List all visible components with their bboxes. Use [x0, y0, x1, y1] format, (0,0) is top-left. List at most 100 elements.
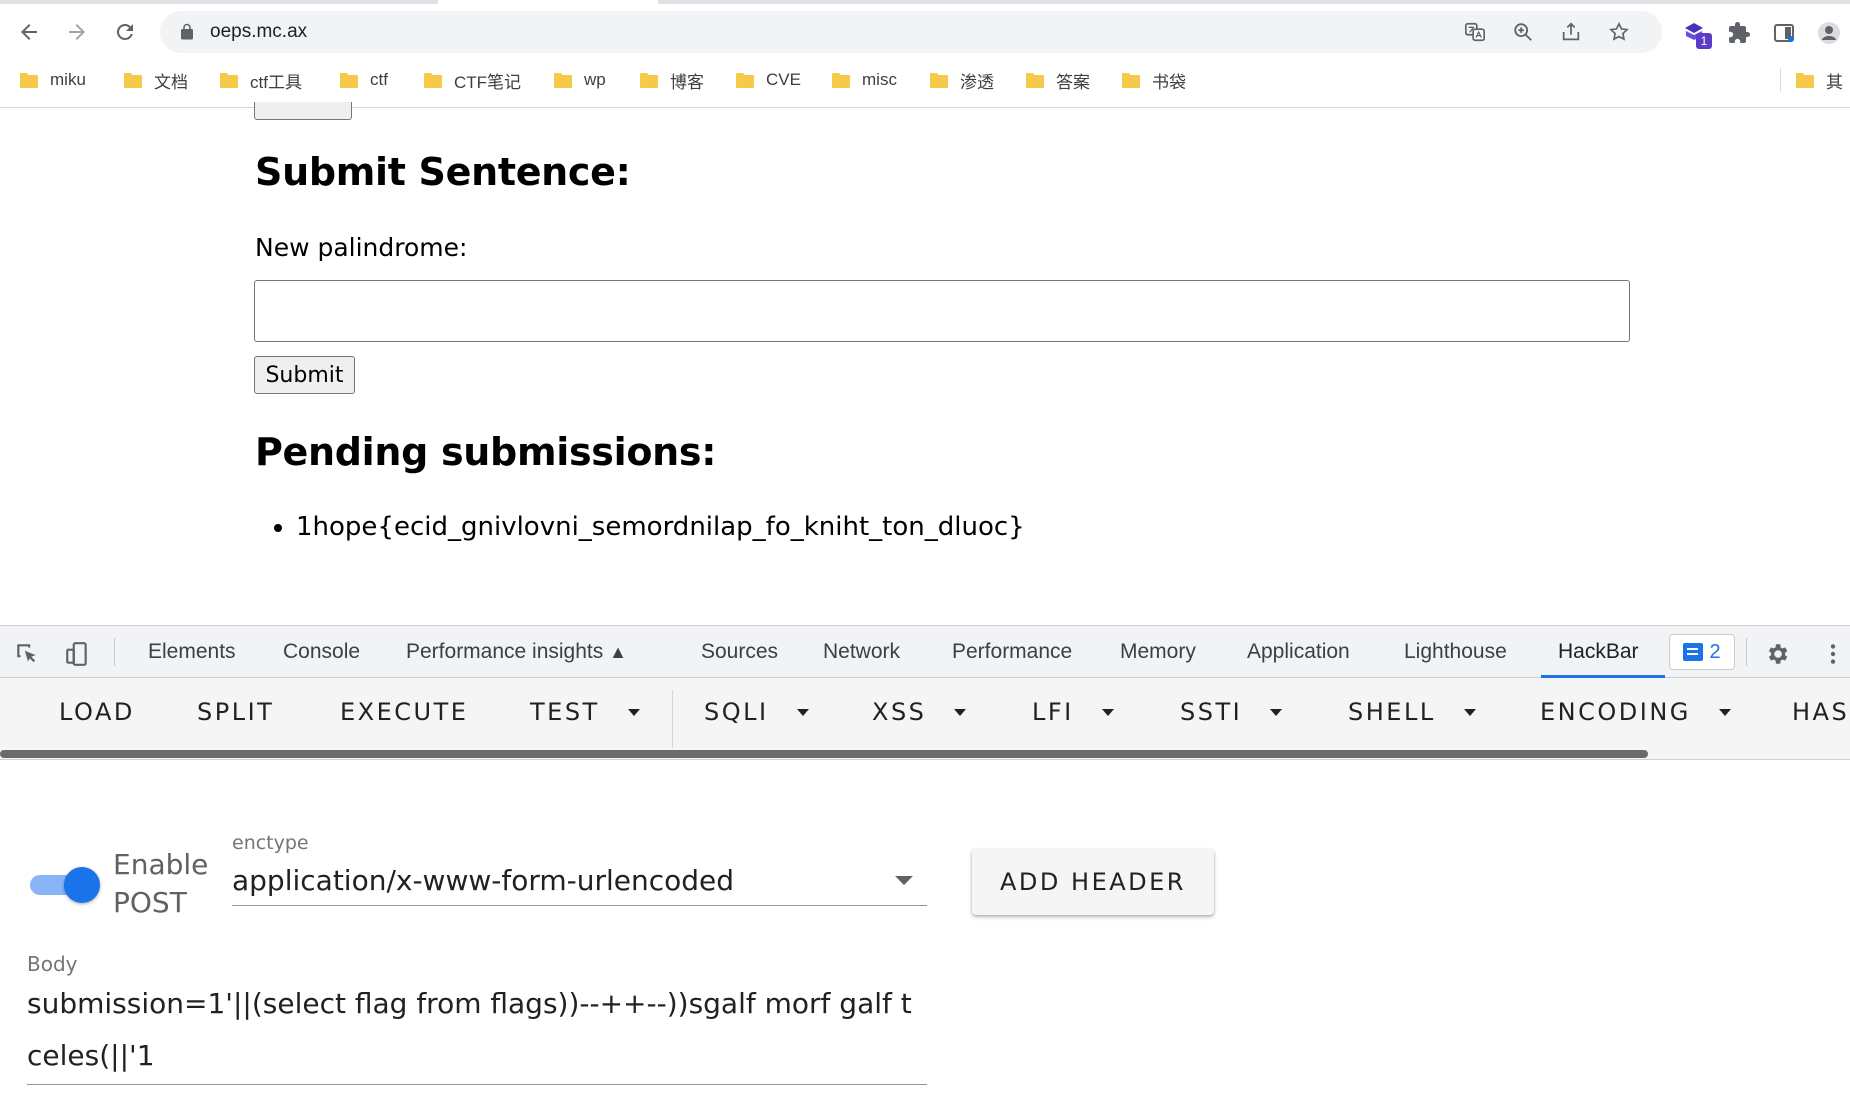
bookmark-label: ctf工具 — [250, 72, 302, 92]
active-tab-edge[interactable] — [438, 0, 658, 4]
sidepanel-icon[interactable] — [1770, 19, 1798, 47]
bookmark-folder[interactable]: ctf工具 — [220, 68, 302, 92]
submit-sentence-heading: Submit Sentence: — [255, 150, 631, 194]
list-item: 1hope{ecid_gnivlovni_semordnilap_fo_knih… — [296, 512, 1025, 542]
bookmark-folder[interactable]: ctf — [340, 68, 388, 92]
bookmark-folder[interactable]: 渗透 — [930, 68, 994, 92]
button-label: ENCODING — [1540, 698, 1691, 726]
button-label: XSS — [872, 698, 927, 726]
bookmarks-separator — [1780, 68, 1781, 92]
execute-button[interactable]: EXECUTE — [340, 698, 468, 726]
folder-icon — [640, 72, 658, 88]
bookmark-label: 渗透 — [960, 72, 994, 92]
folder-icon — [930, 72, 948, 88]
tab-memory[interactable]: Memory — [1120, 640, 1196, 664]
bookmark-folder[interactable]: wp — [554, 68, 606, 92]
sqli-menu-button[interactable]: SQLI — [704, 698, 809, 726]
bookmark-folder[interactable]: 文档 — [124, 68, 188, 92]
tab-network[interactable]: Network — [823, 640, 900, 664]
bookmark-folder[interactable]: 答案 — [1026, 68, 1090, 92]
folder-icon — [424, 72, 442, 88]
body-textarea[interactable]: submission=1'||(select flag from flags))… — [27, 978, 927, 1082]
bookmark-folder[interactable]: miku — [20, 68, 86, 92]
bookmark-folder[interactable]: 博客 — [640, 68, 704, 92]
translate-icon[interactable] — [1462, 19, 1488, 45]
device-toolbar-icon[interactable] — [62, 639, 92, 669]
bookmark-label: CTF笔记 — [454, 72, 522, 92]
encoding-menu-button[interactable]: ENCODING — [1540, 698, 1731, 726]
button-label: SPLIT — [197, 698, 275, 726]
profile-avatar-icon[interactable] — [1815, 19, 1843, 47]
inspect-element-icon[interactable] — [12, 639, 42, 669]
bookmark-label: wp — [584, 70, 606, 89]
enable-post-label: Enable POST — [113, 848, 209, 919]
issues-icon — [1683, 643, 1704, 661]
flask-icon: ▲ — [609, 642, 627, 662]
tab-elements[interactable]: Elements — [148, 640, 236, 664]
lock-icon[interactable] — [178, 23, 196, 41]
scrollbar-thumb[interactable] — [0, 750, 1648, 758]
browser-chrome: oeps.mc.ax 1 miku 文档 ctf工具 ctf CTF笔记 wp … — [0, 0, 1850, 108]
lfi-menu-button[interactable]: LFI — [1032, 698, 1114, 726]
palindrome-input[interactable] — [254, 280, 1630, 342]
tab-lighthouse[interactable]: Lighthouse — [1404, 640, 1507, 664]
enctype-value: application/x-www-form-urlencoded — [232, 864, 735, 897]
shell-menu-button[interactable]: SHELL — [1348, 698, 1476, 726]
xss-menu-button[interactable]: XSS — [872, 698, 967, 726]
chevron-down-icon — [954, 708, 967, 716]
reload-icon[interactable] — [108, 15, 142, 49]
button-label: LOAD — [59, 698, 135, 726]
folder-icon — [554, 72, 572, 88]
bookmark-label: 其 — [1826, 72, 1843, 92]
bookmark-folder[interactable]: misc — [832, 68, 897, 92]
web-page: Submit Sentence: New palindrome: Submit … — [0, 102, 1850, 628]
submit-button[interactable]: Submit — [254, 356, 355, 394]
bookmark-folder-other[interactable]: 其 — [1796, 68, 1843, 92]
tab-console[interactable]: Console — [283, 640, 360, 664]
folder-icon — [1122, 72, 1140, 88]
load-button[interactable]: LOAD — [59, 698, 135, 726]
devtools-separator — [114, 638, 115, 666]
issues-count: 2 — [1709, 640, 1721, 663]
folder-icon — [1026, 72, 1044, 88]
tab-label: Performance insights — [406, 640, 604, 663]
ssti-menu-button[interactable]: SSTI — [1180, 698, 1283, 726]
bookmark-label: miku — [50, 70, 86, 89]
bookmark-folder[interactable]: CVE — [736, 68, 801, 92]
extension-icon[interactable]: 1 — [1680, 19, 1712, 49]
split-button[interactable]: SPLIT — [197, 698, 274, 726]
more-options-icon[interactable] — [1818, 639, 1848, 669]
test-menu-button[interactable]: TEST — [530, 698, 640, 726]
previous-button-partial[interactable] — [254, 102, 352, 120]
tab-hackbar[interactable]: HackBar — [1558, 640, 1639, 664]
tab-application[interactable]: Application — [1247, 640, 1350, 664]
enable-post-toggle[interactable] — [28, 863, 102, 903]
folder-icon — [736, 72, 754, 88]
forward-icon[interactable] — [60, 15, 94, 49]
tab-sources[interactable]: Sources — [701, 640, 778, 664]
url-text: oeps.mc.ax — [210, 21, 308, 42]
share-icon[interactable] — [1558, 19, 1584, 45]
folder-icon — [20, 72, 38, 88]
tab-performance[interactable]: Performance — [952, 640, 1072, 664]
enctype-label: enctype — [232, 832, 309, 854]
bookmark-star-icon[interactable] — [1606, 19, 1632, 45]
back-icon[interactable] — [12, 15, 46, 49]
issues-button[interactable]: 2 — [1669, 634, 1735, 670]
puzzle-icon[interactable] — [1725, 19, 1753, 47]
enctype-select[interactable]: application/x-www-form-urlencoded — [232, 860, 927, 906]
zoom-icon[interactable] — [1510, 19, 1536, 45]
chevron-down-icon — [1718, 708, 1731, 716]
devtools-panel: Elements Console Performance insights ▲ … — [0, 625, 1850, 1120]
settings-gear-icon[interactable] — [1762, 639, 1792, 669]
body-label: Body — [27, 952, 78, 976]
bookmark-folder[interactable]: 书袋 — [1122, 68, 1186, 92]
button-label: TEST — [530, 698, 600, 726]
button-label: EXECUTE — [340, 698, 469, 726]
hashing-menu-button[interactable]: HAS — [1792, 698, 1849, 726]
bookmark-folder[interactable]: CTF笔记 — [424, 68, 521, 92]
tab-performance-insights[interactable]: Performance insights ▲ — [406, 640, 627, 664]
address-bar[interactable]: oeps.mc.ax — [160, 11, 1662, 53]
add-header-button[interactable]: ADD HEADER — [972, 849, 1214, 915]
toolbar-scrollbar[interactable] — [0, 748, 1850, 760]
